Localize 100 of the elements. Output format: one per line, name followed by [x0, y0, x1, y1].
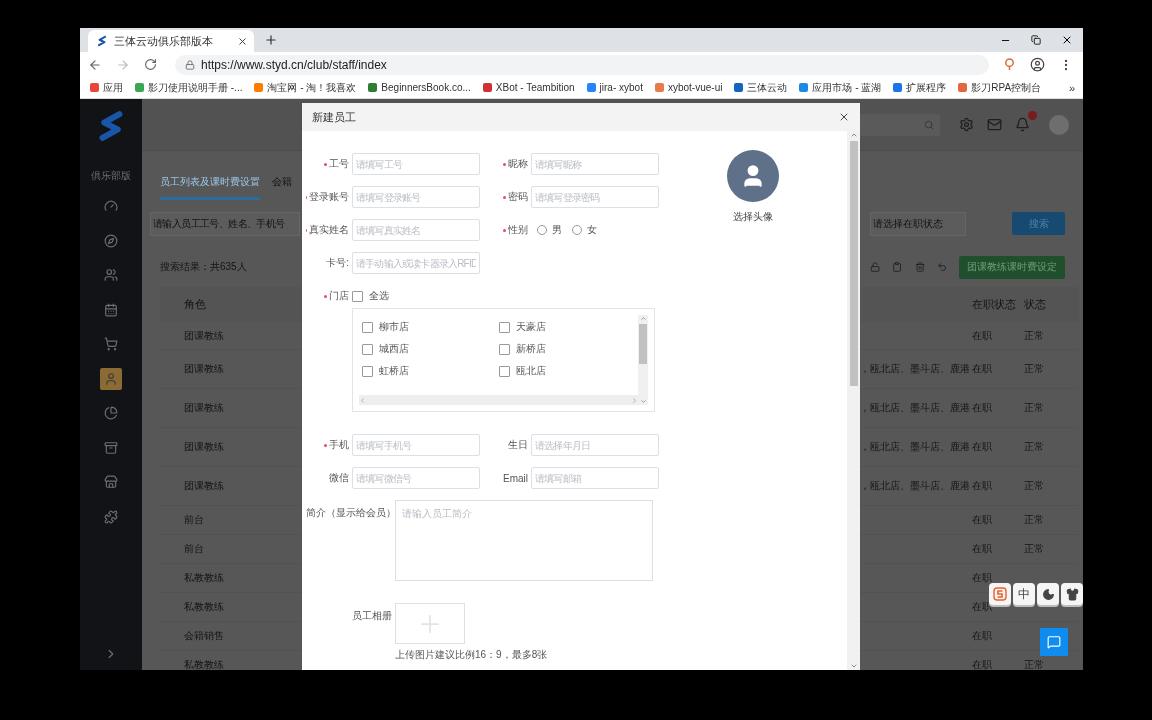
- bookmark[interactable]: jira- xybot: [586, 82, 643, 93]
- field-label: 密码: [483, 190, 528, 204]
- field-label: 卡号:: [325, 256, 349, 270]
- compass-icon: [104, 233, 118, 248]
- dialog-scrollbar[interactable]: [847, 131, 860, 670]
- bookmark[interactable]: 应用市场 - 蓝湖: [799, 80, 882, 95]
- ime-language-button[interactable]: 中: [1013, 583, 1035, 605]
- store-option[interactable]: 天豪店: [499, 320, 636, 334]
- checkbox[interactable]: [362, 365, 373, 377]
- checkbox[interactable]: [352, 290, 363, 302]
- select-all-checkbox[interactable]: 全选: [352, 289, 659, 303]
- store-option[interactable]: 柳市店: [362, 320, 499, 334]
- trash-icon[interactable]: [914, 261, 925, 273]
- reload-icon[interactable]: [144, 58, 157, 71]
- input-field[interactable]: 请填写登录账号: [352, 186, 480, 208]
- search-icon: [924, 119, 934, 130]
- bookmark[interactable]: 淘宝网 - 淘！我喜欢: [254, 80, 357, 95]
- archive-icon: [104, 440, 118, 455]
- radio-button[interactable]: [572, 225, 582, 235]
- checkbox[interactable]: [499, 365, 510, 377]
- radio-button[interactable]: [537, 225, 547, 235]
- checkbox[interactable]: [362, 343, 373, 355]
- avatar-label: 选择头像: [733, 210, 773, 224]
- more-bookmarks[interactable]: »: [1068, 81, 1075, 94]
- unlock-icon[interactable]: [870, 261, 881, 273]
- field-label: 工号: [306, 157, 349, 171]
- ime-skin-button[interactable]: [1061, 583, 1083, 605]
- input-field[interactable]: 请填写登录密码: [531, 186, 659, 208]
- notification-badge: [1028, 111, 1037, 120]
- browser-tab[interactable]: 三体云动俱乐部版本: [88, 30, 254, 52]
- store-option[interactable]: 瓯北店: [499, 364, 636, 378]
- shirt-icon: [1065, 587, 1079, 601]
- pie-chart-icon: [104, 406, 118, 420]
- status-field[interactable]: 请选择在职状态: [870, 211, 966, 236]
- radio-option[interactable]: 男: [537, 223, 562, 237]
- balloon-icon[interactable]: [1003, 58, 1016, 71]
- input-field[interactable]: 请填写手机号: [352, 434, 480, 456]
- new-tab-icon[interactable]: [264, 33, 278, 47]
- lock-icon: [185, 59, 195, 70]
- table-cell: 前台: [184, 542, 204, 556]
- input-field[interactable]: 请手动输入或读卡器录入RFID: [352, 252, 480, 274]
- restore-icon[interactable]: [1031, 35, 1041, 45]
- table-cell: 前台: [184, 513, 204, 527]
- clipboard-icon[interactable]: [892, 261, 903, 273]
- ime-moon-button[interactable]: [1037, 583, 1059, 605]
- page-tab[interactable]: 员工列表及课时费设置: [160, 175, 260, 200]
- back-icon[interactable]: [88, 57, 102, 72]
- close-icon[interactable]: [838, 111, 850, 123]
- horizontal-scrollbar[interactable]: [359, 395, 638, 405]
- bookmark[interactable]: XBot - Teambition: [482, 82, 575, 93]
- checkbox[interactable]: [499, 343, 510, 355]
- input-field[interactable]: 请填写工号: [352, 153, 480, 175]
- field-label: 员工相册: [351, 609, 392, 623]
- sidebar-item[interactable]: [100, 367, 122, 390]
- undo-icon[interactable]: [936, 261, 947, 273]
- store-option[interactable]: 虹桥店: [362, 364, 499, 378]
- field-label: 昵称: [483, 157, 528, 171]
- store-option[interactable]: 新桥店: [499, 342, 636, 356]
- close-icon[interactable]: [1061, 34, 1073, 46]
- column-header: 角色: [184, 297, 206, 312]
- avatar-button[interactable]: [727, 150, 779, 202]
- search-field[interactable]: 请输入员工工号、姓名、手机号: [150, 211, 300, 236]
- bookmark[interactable]: 扩展程序: [893, 80, 947, 95]
- input-field[interactable]: 请填写真实姓名: [352, 219, 480, 241]
- sidebar-title: 俱乐部版: [91, 169, 131, 183]
- input-field[interactable]: 请填写邮箱: [531, 467, 659, 489]
- field-label: Email: [502, 472, 528, 484]
- field-label: 登录账号: [306, 190, 349, 204]
- close-icon[interactable]: [237, 35, 248, 47]
- field-label: 门店: [306, 289, 349, 303]
- store-option[interactable]: 城西店: [362, 342, 499, 356]
- radio-option[interactable]: 女: [572, 223, 597, 237]
- search-field[interactable]: [860, 113, 940, 136]
- column-header: 状态: [1024, 297, 1047, 312]
- account-icon[interactable]: [1030, 57, 1045, 72]
- field-label: 简介（显示给会员）: [306, 506, 392, 520]
- forward-icon[interactable]: [116, 57, 130, 72]
- bookmark[interactable]: 影刀使用说明手册 -...: [135, 80, 243, 95]
- bookmark[interactable]: BeginnersBook.co...: [368, 82, 471, 93]
- table-cell: 会籍销售: [184, 629, 224, 643]
- bookmark[interactable]: 应用: [90, 80, 123, 95]
- bookmark[interactable]: 影刀RPA控制台: [958, 80, 1042, 95]
- bookmark[interactable]: xybot-vue-ui: [654, 82, 723, 93]
- address-bar[interactable]: https://www.styd.cn/club/staff/index: [175, 54, 989, 75]
- bookmark[interactable]: 三体云动: [734, 80, 788, 95]
- dialog-title: 新建员工: [312, 109, 356, 125]
- checkbox[interactable]: [499, 321, 510, 333]
- vertical-scrollbar[interactable]: [638, 315, 648, 405]
- chat-button[interactable]: [1040, 628, 1068, 656]
- field-label: 手机: [306, 438, 349, 452]
- puzzle-icon: [104, 509, 118, 524]
- field-label: 真实姓名: [306, 223, 349, 237]
- checkbox[interactable]: [362, 321, 373, 333]
- moon-icon: [1041, 587, 1055, 601]
- bell-icon[interactable]: [1015, 117, 1030, 132]
- input-field[interactable]: 请填写微信号: [352, 467, 480, 489]
- mail-icon[interactable]: [987, 117, 1002, 132]
- settings-icon[interactable]: [959, 117, 974, 132]
- field-label: 生日: [507, 438, 528, 452]
- user-icon: [104, 371, 118, 386]
